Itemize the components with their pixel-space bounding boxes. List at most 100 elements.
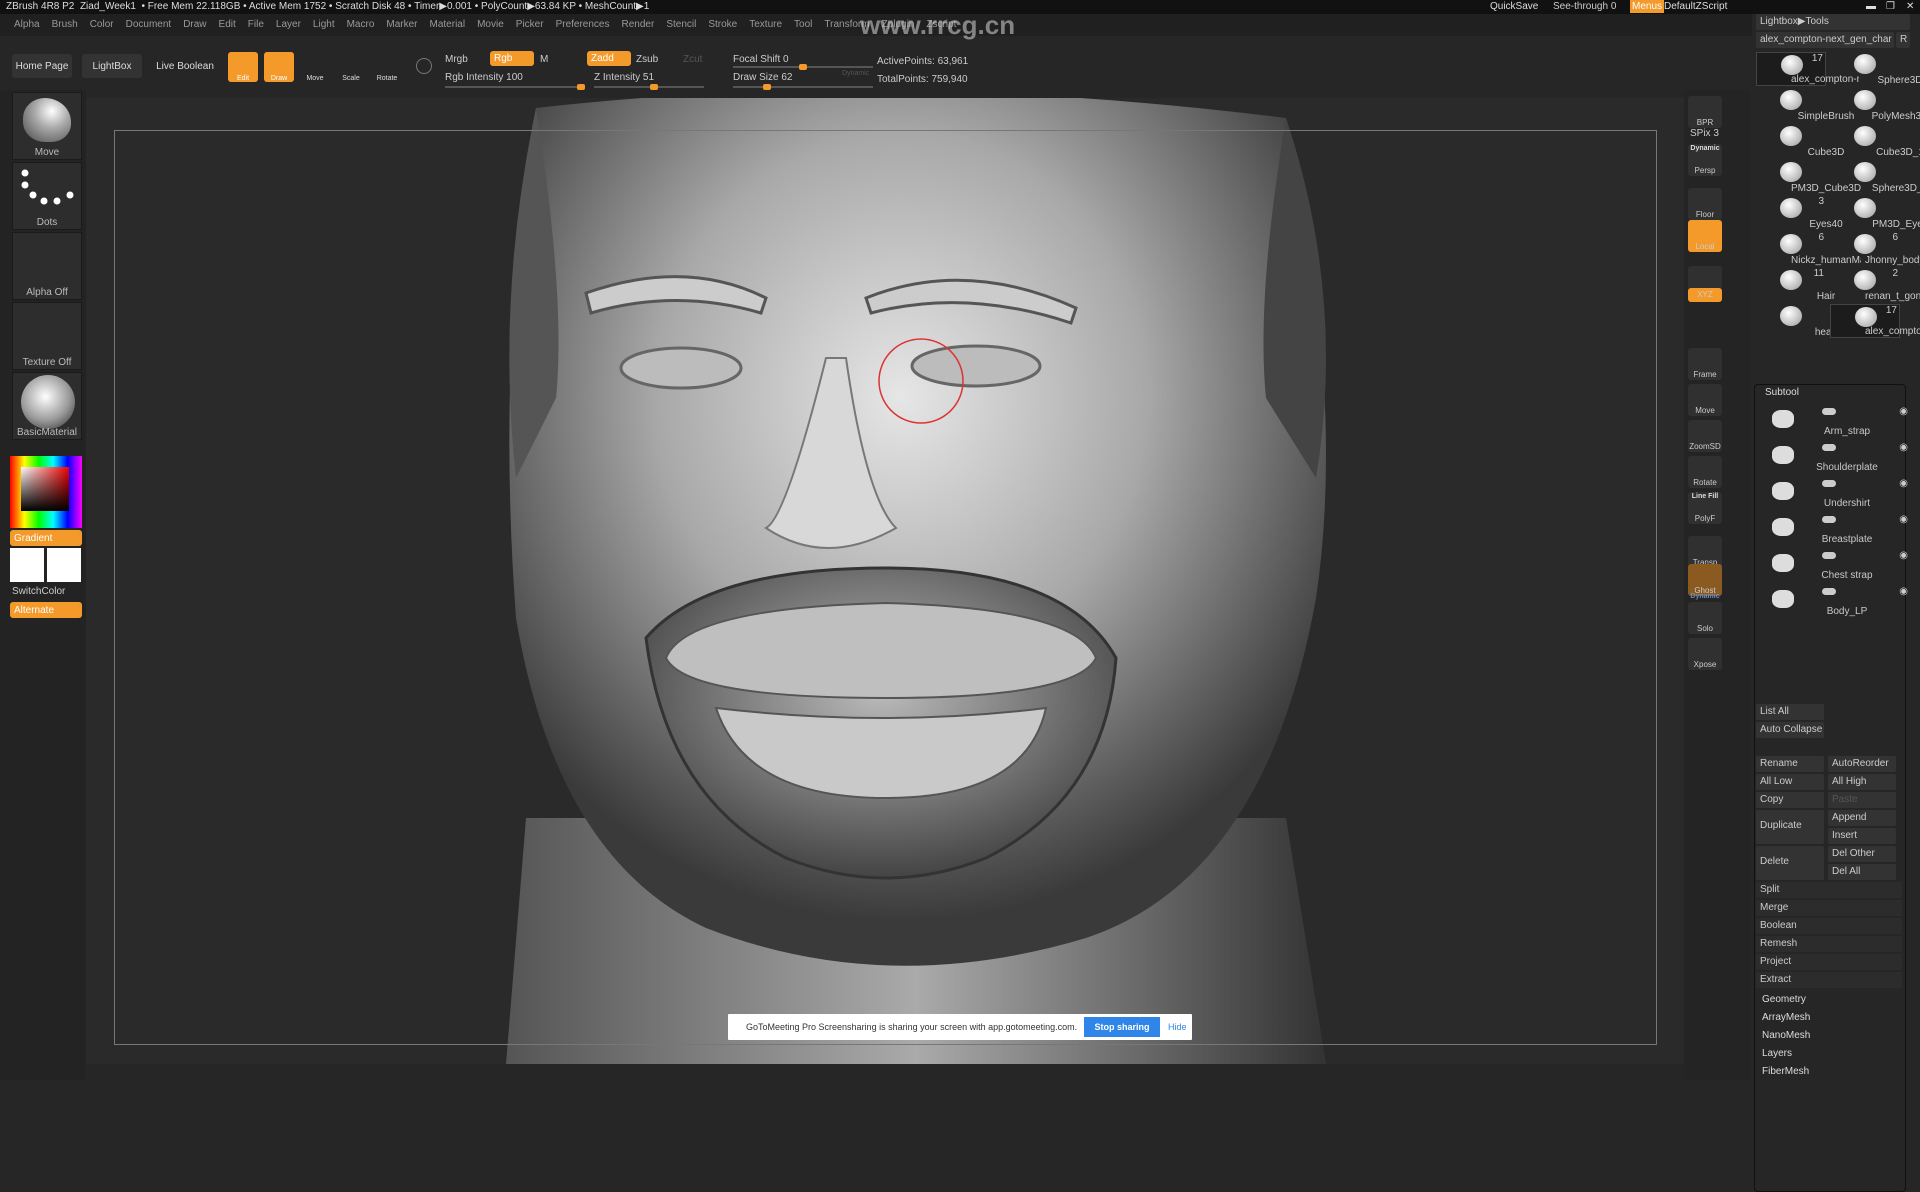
boolean-section[interactable]: Boolean bbox=[1756, 918, 1902, 934]
brush-selector[interactable]: Move bbox=[12, 92, 82, 160]
zoomsd-button[interactable]: ZoomSD bbox=[1688, 420, 1722, 452]
menu-stencil[interactable]: Stencil bbox=[660, 14, 702, 36]
menu-texture[interactable]: Texture bbox=[743, 14, 788, 36]
menu-draw[interactable]: Draw bbox=[177, 14, 212, 36]
dynamic-toggle[interactable]: Dynamic bbox=[842, 70, 869, 77]
alternate-button[interactable]: Alternate bbox=[10, 602, 82, 618]
alllow-button[interactable]: All Low bbox=[1756, 774, 1824, 790]
secondary-color-swatch[interactable] bbox=[47, 548, 81, 582]
zsub-button[interactable]: Zsub bbox=[636, 54, 658, 65]
viewport-canvas[interactable] bbox=[86, 98, 1684, 1064]
subtool-toggle[interactable] bbox=[1822, 588, 1836, 595]
color-square[interactable] bbox=[21, 467, 69, 511]
local-button[interactable]: Local bbox=[1688, 220, 1722, 252]
seethrough-slider[interactable]: See-through 0 bbox=[1553, 1, 1616, 12]
duplicate-button[interactable]: Duplicate bbox=[1756, 810, 1824, 844]
tool-thumb[interactable]: head bbox=[1756, 304, 1837, 338]
menu-preferences[interactable]: Preferences bbox=[550, 14, 616, 36]
layers-section[interactable]: Layers bbox=[1762, 1048, 1792, 1059]
m-button[interactable]: M bbox=[540, 54, 548, 65]
tool-thumb[interactable]: 11 Hair bbox=[1756, 268, 1835, 302]
stop-sharing-button[interactable]: Stop sharing bbox=[1084, 1017, 1160, 1037]
ghost-button[interactable]: Ghost bbox=[1688, 564, 1722, 596]
draw-size-slider[interactable] bbox=[733, 84, 873, 90]
menu-layer[interactable]: Layer bbox=[270, 14, 307, 36]
menu-marker[interactable]: Marker bbox=[380, 14, 423, 36]
menu-alpha[interactable]: Alpha bbox=[8, 14, 46, 36]
rotate-button[interactable]: Rotate bbox=[372, 52, 402, 82]
edit-button[interactable]: Edit bbox=[228, 52, 258, 82]
rgb-button[interactable]: Rgb bbox=[490, 51, 534, 66]
quicksave-button[interactable]: QuickSave bbox=[1490, 1, 1538, 12]
zcut-button[interactable]: Zcut bbox=[683, 54, 702, 65]
geometry-section[interactable]: Geometry bbox=[1762, 994, 1806, 1005]
move-button[interactable]: Move bbox=[300, 52, 330, 82]
subtool-toggle[interactable] bbox=[1822, 516, 1836, 523]
merge-section[interactable]: Merge bbox=[1756, 900, 1902, 916]
lightbox-button[interactable]: LightBox bbox=[82, 54, 142, 78]
tool-thumb[interactable]: 2 renan_t_goncalve bbox=[1830, 268, 1920, 302]
remesh-section[interactable]: Remesh bbox=[1756, 936, 1902, 952]
subtool-item[interactable]: ◉ Undershirt bbox=[1762, 474, 1912, 510]
project-section[interactable]: Project bbox=[1756, 954, 1902, 970]
autoreorder-button[interactable]: AutoReorder bbox=[1828, 756, 1896, 772]
visibility-eye-icon[interactable]: ◉ bbox=[1899, 586, 1908, 597]
listall-button[interactable]: List All bbox=[1756, 704, 1824, 720]
menu-file[interactable]: File bbox=[242, 14, 270, 36]
visibility-eye-icon[interactable]: ◉ bbox=[1899, 550, 1908, 561]
split-section[interactable]: Split bbox=[1756, 882, 1902, 898]
subtool-toggle[interactable] bbox=[1822, 552, 1836, 559]
gyro-icon[interactable] bbox=[416, 58, 432, 74]
subtool-item[interactable]: ◉ Arm_strap bbox=[1762, 402, 1912, 438]
menu-document[interactable]: Document bbox=[120, 14, 178, 36]
visibility-eye-icon[interactable]: ◉ bbox=[1899, 514, 1908, 525]
bpr-button[interactable]: BPR bbox=[1688, 96, 1722, 128]
lightbox-tools-header[interactable]: Lightbox▶Tools bbox=[1756, 14, 1910, 30]
menu-movie[interactable]: Movie bbox=[471, 14, 510, 36]
visibility-eye-icon[interactable]: ◉ bbox=[1899, 478, 1908, 489]
draw-button[interactable]: Draw bbox=[264, 52, 294, 82]
nanomesh-section[interactable]: NanoMesh bbox=[1762, 1030, 1810, 1041]
delother-button[interactable]: Del Other bbox=[1828, 846, 1896, 862]
hide-button[interactable]: Hide bbox=[1168, 1022, 1187, 1032]
main-color-swatch[interactable] bbox=[10, 548, 44, 582]
tool-thumb[interactable]: Cube3D bbox=[1756, 124, 1844, 158]
delete-button[interactable]: Delete bbox=[1756, 846, 1824, 880]
zadd-button[interactable]: Zadd bbox=[587, 51, 631, 66]
subtool-item[interactable]: ◉ Body_LP bbox=[1762, 582, 1912, 618]
tool-thumb[interactable]: 6 Jhonny_body_3 bbox=[1830, 232, 1920, 266]
menu-light[interactable]: Light bbox=[307, 14, 341, 36]
subtool-item[interactable]: ◉ Shoulderplate bbox=[1762, 438, 1912, 474]
menu-render[interactable]: Render bbox=[616, 14, 661, 36]
menu-brush[interactable]: Brush bbox=[46, 14, 84, 36]
tool-thumb[interactable]: 3 Eyes40 bbox=[1756, 196, 1843, 230]
subtool-item[interactable]: ◉ Chest strap bbox=[1762, 546, 1912, 582]
tool-thumb[interactable]: Cube3D_1 bbox=[1830, 124, 1920, 158]
focal-shift-slider[interactable] bbox=[733, 64, 873, 70]
scale-button[interactable]: Scale bbox=[336, 52, 366, 82]
subtool-item[interactable]: ◉ Breastplate bbox=[1762, 510, 1912, 546]
spix-slider[interactable]: SPix 3 bbox=[1690, 128, 1719, 139]
subtool-toggle[interactable] bbox=[1822, 480, 1836, 487]
allhigh-button[interactable]: All High bbox=[1828, 774, 1896, 790]
solo-button[interactable]: Solo bbox=[1688, 602, 1722, 634]
append-button[interactable]: Append bbox=[1828, 810, 1896, 826]
xpose-button[interactable]: Xpose bbox=[1688, 638, 1722, 670]
live-boolean-button[interactable]: Live Boolean bbox=[150, 54, 220, 78]
subtool-toggle[interactable] bbox=[1822, 408, 1836, 415]
paste-button[interactable]: Paste bbox=[1828, 792, 1896, 808]
visibility-eye-icon[interactable]: ◉ bbox=[1899, 406, 1908, 417]
insert-button[interactable]: Insert bbox=[1828, 828, 1896, 844]
visibility-eye-icon[interactable]: ◉ bbox=[1899, 442, 1908, 453]
menu-stroke[interactable]: Stroke bbox=[702, 14, 743, 36]
rotate-button[interactable]: Rotate bbox=[1688, 456, 1722, 488]
menu-color[interactable]: Color bbox=[84, 14, 120, 36]
arraymesh-section[interactable]: ArrayMesh bbox=[1762, 1012, 1810, 1023]
color-picker[interactable] bbox=[10, 456, 82, 528]
floor-button[interactable]: Floor bbox=[1688, 188, 1722, 220]
menu-material[interactable]: Material bbox=[424, 14, 472, 36]
move-button[interactable]: Move bbox=[1688, 384, 1722, 416]
mrgb-button[interactable]: Mrgb bbox=[445, 54, 468, 65]
tool-thumb[interactable]: Sphere3D_1 bbox=[1830, 160, 1920, 194]
tool-thumb[interactable]: SimpleBrush bbox=[1756, 88, 1854, 122]
